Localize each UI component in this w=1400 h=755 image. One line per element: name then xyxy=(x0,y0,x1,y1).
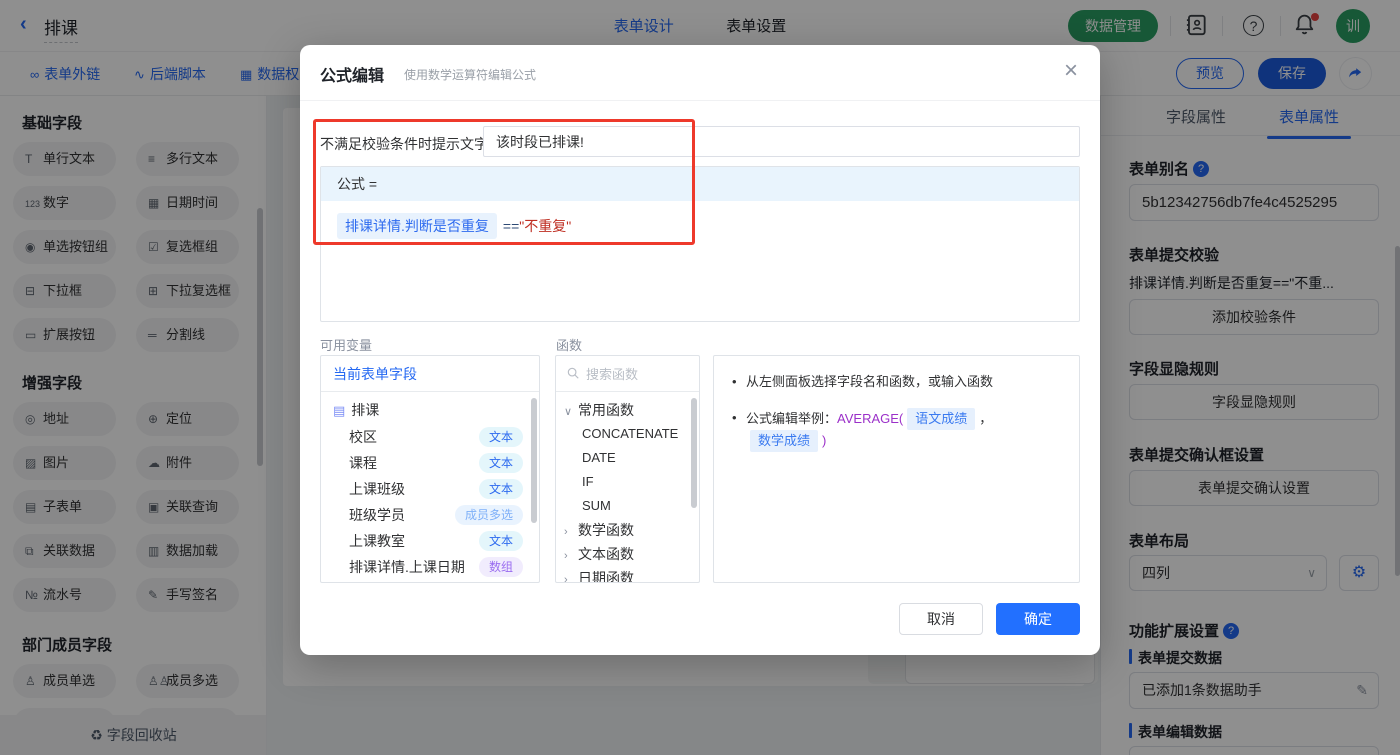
functions-label: 函数 xyxy=(556,338,583,353)
help-tip-1: 从左侧面板选择字段名和函数，或输入函数 xyxy=(732,372,1061,392)
function-group-text[interactable]: › 文本函数 xyxy=(556,542,699,566)
tab-current-form-fields[interactable]: 当前表单字段 xyxy=(321,356,539,392)
function-group-date[interactable]: › 日期函数 xyxy=(556,566,699,583)
formula-expression[interactable]: 排课详情.判断是否重复 =="不重复" xyxy=(337,213,571,239)
functions-scrollbar[interactable] xyxy=(691,398,697,508)
variable-type-tag: 成员多选 xyxy=(454,505,523,525)
variable-row[interactable]: 班级学员 成员多选 xyxy=(321,502,539,528)
functions-tree: ∨ 常用函数 CONCATENATE DATE IF SUM › 数学函数 › 文本函… xyxy=(556,398,699,583)
chevron-right-icon: › xyxy=(564,526,568,538)
formula-string-literal: "不重复" xyxy=(519,218,572,234)
variable-row[interactable]: 课程 文本 xyxy=(321,450,539,476)
variables-scrollbar[interactable] xyxy=(531,398,537,523)
example-field-chip: 语文成绩 xyxy=(907,408,976,430)
form-file-icon: ▤ xyxy=(333,403,346,418)
function-item[interactable]: SUM xyxy=(556,494,699,518)
close-icon[interactable]: × xyxy=(1064,59,1078,83)
modal-header: 公式编辑 使用数学运算符编辑公式 × xyxy=(300,45,1100,101)
search-icon xyxy=(567,367,579,379)
functions-panel: ∨常用函数 CONCATENATE DATE IF SUM ›数学函数 ›文本函… xyxy=(555,355,700,583)
help-tip-2: 公式编辑举例：AVERAGE(语文成绩，数学成绩) xyxy=(732,408,1061,452)
variables-panel: 当前表单字段 ▤ 排课 校区 文本 课程 文本 上课班级 文本 班级学员 成员多选 上课教… xyxy=(320,355,540,583)
function-item[interactable]: DATE xyxy=(556,446,699,470)
variable-type-tag: 数组 xyxy=(478,557,523,577)
variable-type-tag: 文本 xyxy=(478,479,523,499)
example-function-open: AVERAGE( xyxy=(837,411,904,426)
variable-type-tag: 文本 xyxy=(478,427,523,447)
function-item[interactable]: IF xyxy=(556,470,699,494)
variable-type-tag: 文本 xyxy=(478,453,523,473)
function-search xyxy=(556,356,699,392)
modal-title: 公式编辑 xyxy=(320,68,385,85)
prompt-text-label: 不满足校验条件时提示文字: xyxy=(320,136,492,152)
modal-subtitle: 使用数学运算符编辑公式 xyxy=(404,68,537,82)
variables-label: 可用变量 xyxy=(320,338,373,353)
variables-tree: ▤ 排课 校区 文本 课程 文本 上课班级 文本 班级学员 成员多选 上课教室 文本 排课详… xyxy=(321,396,539,580)
prompt-text-input[interactable] xyxy=(483,126,1080,157)
function-group-common[interactable]: ∨ 常用函数 xyxy=(556,398,699,422)
formula-editor-box[interactable]: 公式 = 排课详情.判断是否重复 =="不重复" xyxy=(320,166,1080,322)
confirm-button[interactable]: 确定 xyxy=(996,603,1080,635)
function-group-math[interactable]: › 数学函数 xyxy=(556,518,699,542)
variable-row[interactable]: 排课详情.上课日期 数组 xyxy=(321,554,539,580)
formula-operator: == xyxy=(502,218,520,234)
variable-row[interactable]: 上课教室 文本 xyxy=(321,528,539,554)
example-field-chip: 数学成绩 xyxy=(750,430,819,452)
chevron-right-icon: › xyxy=(564,550,568,562)
form-node[interactable]: ▤ 排课 xyxy=(321,396,539,424)
example-function-close: ) xyxy=(822,433,827,448)
chevron-right-icon: › xyxy=(564,574,568,583)
help-panel: 从左侧面板选择字段名和函数，或输入函数 公式编辑举例：AVERAGE(语文成绩，… xyxy=(713,355,1080,583)
formula-editor-modal: 公式编辑 使用数学运算符编辑公式 × 不满足校验条件时提示文字: 公式 = 排课… xyxy=(300,45,1100,655)
chevron-down-icon: ∨ xyxy=(564,406,573,418)
search-functions-input[interactable] xyxy=(586,363,691,385)
cancel-button[interactable]: 取消 xyxy=(899,603,983,635)
variable-row[interactable]: 校区 文本 xyxy=(321,424,539,450)
formula-header-bar: 公式 = xyxy=(321,167,1079,201)
function-item[interactable]: CONCATENATE xyxy=(556,422,699,446)
variable-type-tag: 文本 xyxy=(478,531,523,551)
formula-field-chip[interactable]: 排课详情.判断是否重复 xyxy=(337,213,497,239)
variable-row[interactable]: 上课班级 文本 xyxy=(321,476,539,502)
